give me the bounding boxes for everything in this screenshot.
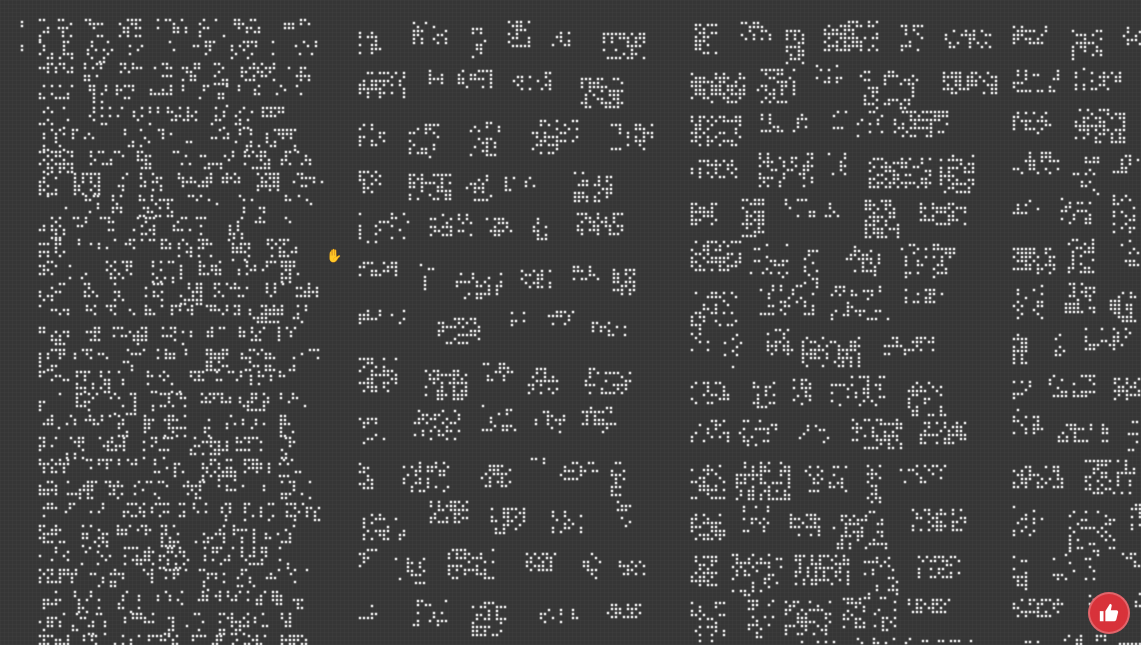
like-button[interactable] <box>1088 592 1130 634</box>
pattern-canvas[interactable] <box>0 0 1141 645</box>
hand-pointer-icon: ✋ <box>326 249 343 264</box>
pattern-grid[interactable] <box>0 0 1141 645</box>
thumbs-up-icon <box>1099 603 1119 622</box>
